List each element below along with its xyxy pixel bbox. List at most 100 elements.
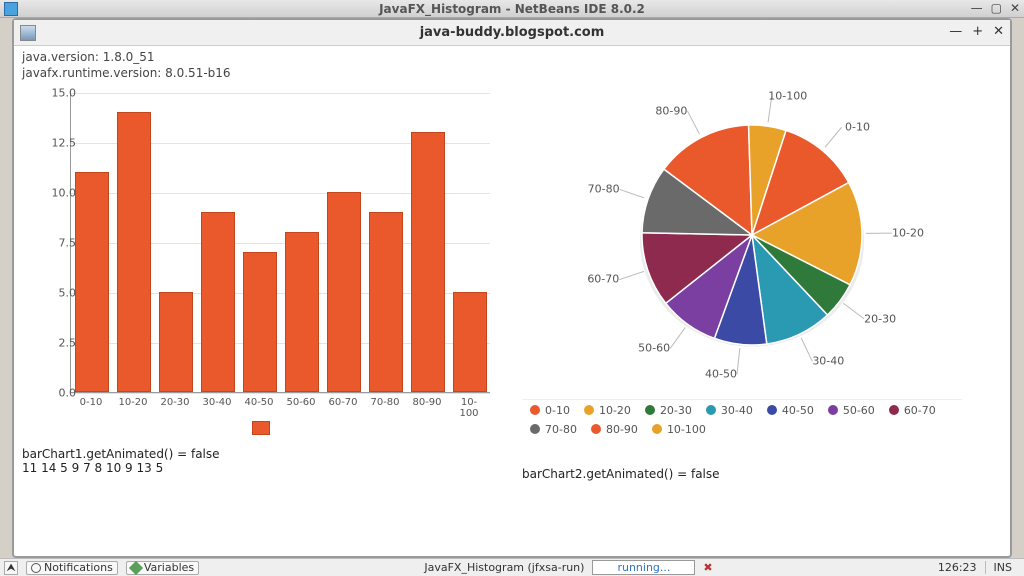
pie-chart: 0-10 10-20 20-30 30-40 40-50 50-60 60-70 70-80 8… [522, 85, 982, 465]
bar-10-100 [453, 292, 487, 392]
bar-xtick: 40-50 [244, 397, 273, 408]
legend-swatch [889, 405, 899, 415]
legend-label: 30-40 [721, 404, 753, 417]
bar-ytick: 0.0 [36, 386, 76, 399]
legend-label: 60-70 [904, 404, 936, 417]
close-icon[interactable]: ✕ [993, 24, 1004, 39]
minimize-icon[interactable]: — [971, 1, 983, 15]
insert-mode[interactable]: INS [985, 561, 1020, 574]
pie-label: 30-40 [812, 355, 844, 368]
pie-legend-item: 0-10 [530, 404, 570, 417]
pie-label: 10-20 [892, 226, 924, 239]
bar-chart: 0.02.55.07.510.012.515.00-1010-2020-3030… [22, 85, 502, 445]
bar-40-50 [243, 252, 277, 392]
legend-swatch [652, 424, 662, 434]
bar-xtick: 0-10 [80, 397, 103, 408]
legend-label: 10-20 [599, 404, 631, 417]
pie-label: 20-30 [864, 312, 896, 325]
java-version-text: java.version: 1.8.0_51 [22, 50, 1002, 64]
legend-swatch [584, 405, 594, 415]
pie-legend-item: 20-30 [645, 404, 692, 417]
pie-legend: 0-10 10-20 20-30 30-40 40-50 50-60 60-70 70-80 8… [522, 399, 962, 440]
bar-caption: barChart1.getAnimated() = false [22, 447, 502, 461]
legend-swatch [591, 424, 601, 434]
bar-0-10 [75, 172, 109, 392]
pie-legend-item: 10-20 [584, 404, 631, 417]
bar-60-70 [327, 192, 361, 392]
inner-window-title: java-buddy.blogspot.com [420, 25, 605, 40]
bar-ytick: 7.5 [36, 236, 76, 249]
bar-ytick: 5.0 [36, 286, 76, 299]
bar-ytick: 15.0 [36, 86, 76, 99]
legend-swatch [767, 405, 777, 415]
bar-70-80 [369, 212, 403, 392]
running-status[interactable]: running... [592, 560, 695, 575]
legend-label: 20-30 [660, 404, 692, 417]
bar-xtick: 20-30 [160, 397, 189, 408]
notifications-button[interactable]: Notifications [26, 561, 118, 575]
legend-label: 10-100 [667, 423, 706, 436]
pie-label: 70-80 [588, 183, 620, 196]
bar-legend-swatch [252, 421, 270, 435]
pie-label: 80-90 [655, 104, 687, 117]
bar-10-20 [117, 112, 151, 392]
pie-svg [522, 85, 982, 395]
pie-label: 50-60 [638, 342, 670, 355]
diamond-icon [129, 560, 143, 574]
info-icon [31, 563, 41, 573]
legend-swatch [530, 424, 540, 434]
variables-button[interactable]: Variables [126, 561, 199, 575]
minimize-icon[interactable]: — [949, 24, 962, 39]
legend-label: 50-60 [843, 404, 875, 417]
javafx-window: java-buddy.blogspot.com — + ✕ java.versi… [12, 18, 1012, 558]
legend-swatch [706, 405, 716, 415]
bar-30-40 [201, 212, 235, 392]
notifications-label: Notifications [44, 561, 113, 574]
pie-legend-item: 80-90 [591, 423, 638, 436]
inner-window-titlebar: java-buddy.blogspot.com — + ✕ [14, 20, 1010, 46]
legend-label: 70-80 [545, 423, 577, 436]
bar-xtick: 30-40 [202, 397, 231, 408]
bar-xtick: 10-100 [453, 397, 486, 419]
bar-chart-panel: 0.02.55.07.510.012.515.00-1010-2020-3030… [22, 85, 502, 475]
close-icon[interactable]: ✕ [1010, 1, 1020, 15]
bar-xtick: 70-80 [370, 397, 399, 408]
status-bar: ⮝ Notifications Variables JavaFX_Histogr… [0, 558, 1024, 576]
stop-icon[interactable]: ✖ [703, 561, 712, 574]
pie-label: 0-10 [845, 121, 870, 134]
cursor-position: 126:23 [938, 561, 977, 574]
pie-legend-item: 50-60 [828, 404, 875, 417]
pie-legend-item: 10-100 [652, 423, 706, 436]
maximize-icon[interactable]: ▢ [991, 1, 1002, 15]
bar-values-line: 11 14 5 9 7 8 10 9 13 5 [22, 461, 502, 475]
netbeans-icon [4, 2, 18, 16]
expand-button[interactable]: ⮝ [4, 561, 18, 575]
outer-window-titlebar: JavaFX_Histogram - NetBeans IDE 8.0.2 — … [0, 0, 1024, 18]
legend-label: 80-90 [606, 423, 638, 436]
app-icon [20, 25, 36, 41]
bar-xtick: 50-60 [286, 397, 315, 408]
pie-caption: barChart2.getAnimated() = false [522, 467, 1002, 481]
bar-xtick: 10-20 [118, 397, 147, 408]
bar-xtick: 60-70 [328, 397, 357, 408]
maximize-icon[interactable]: + [972, 24, 983, 39]
legend-swatch [828, 405, 838, 415]
legend-swatch [645, 405, 655, 415]
bar-ytick: 12.5 [36, 136, 76, 149]
legend-label: 40-50 [782, 404, 814, 417]
pie-legend-item: 30-40 [706, 404, 753, 417]
bar-ytick: 10.0 [36, 186, 76, 199]
task-name: JavaFX_Histogram (jfxsa-run) [424, 561, 584, 574]
content-area: java.version: 1.8.0_51 javafx.runtime.ve… [14, 46, 1010, 556]
javafx-version-text: javafx.runtime.version: 8.0.51-b16 [22, 66, 1002, 80]
pie-label: 10-100 [768, 90, 807, 103]
pie-chart-panel: 0-10 10-20 20-30 30-40 40-50 50-60 60-70 70-80 8… [522, 85, 1002, 481]
variables-label: Variables [144, 561, 194, 574]
pie-label: 40-50 [705, 367, 737, 380]
pie-label: 60-70 [587, 273, 619, 286]
bar-80-90 [411, 132, 445, 392]
legend-swatch [530, 405, 540, 415]
legend-label: 0-10 [545, 404, 570, 417]
bar-50-60 [285, 232, 319, 392]
bar-xtick: 80-90 [412, 397, 441, 408]
